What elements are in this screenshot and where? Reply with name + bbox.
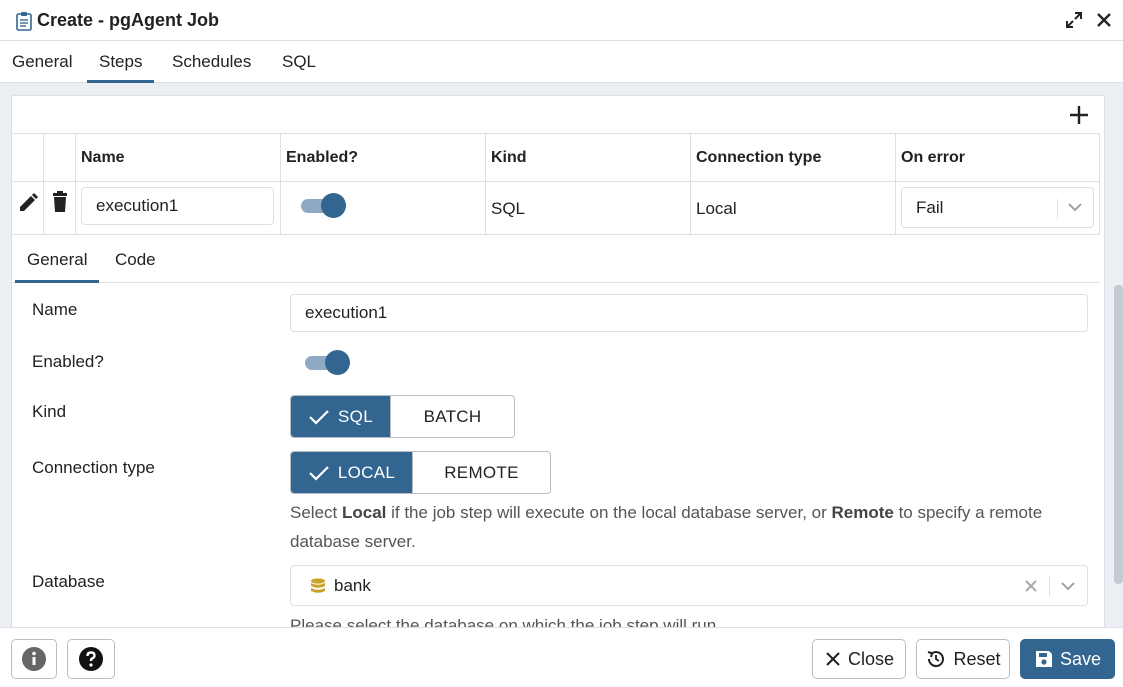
edit-pencil-icon[interactable]: [17, 192, 39, 214]
close-button[interactable]: Close: [812, 639, 906, 679]
close-icon: [826, 652, 840, 666]
step-name-input[interactable]: execution1: [290, 294, 1088, 332]
close-icon[interactable]: [1093, 9, 1115, 31]
add-step-button[interactable]: [1066, 102, 1092, 128]
kind-sql-button[interactable]: SQL: [291, 396, 390, 437]
kind-button-group: SQL BATCH: [290, 395, 515, 438]
on-error-selected-value: Fail: [916, 197, 944, 217]
field-label-name: Name: [32, 300, 78, 319]
field-label-kind: Kind: [32, 402, 67, 421]
col-header-name: Name: [76, 134, 281, 182]
maximize-icon[interactable]: [1063, 9, 1085, 31]
field-label-database: Database: [32, 572, 105, 591]
subtab-code[interactable]: Code: [103, 235, 168, 283]
database-icon: [311, 577, 325, 593]
table-row: execution1 SQL Local Fail: [12, 182, 1100, 235]
save-button[interactable]: Save: [1020, 639, 1115, 679]
col-header-enabled: Enabled?: [281, 134, 486, 182]
on-error-select[interactable]: Fail: [901, 187, 1094, 228]
field-label-connection-type: Connection type: [32, 458, 155, 477]
step-editor: General Code Name execution1 Enabled? Ki…: [12, 235, 1100, 627]
check-icon: [309, 409, 329, 425]
dialog-title: Create - pgAgent Job: [37, 10, 220, 30]
database-help: Please select the database on which the …: [290, 616, 721, 627]
database-select[interactable]: bank: [290, 565, 1088, 606]
reset-icon: [928, 651, 945, 668]
question-icon: [79, 647, 103, 671]
trash-icon[interactable]: [50, 191, 70, 213]
col-header-on-error: On error: [896, 134, 1100, 182]
grid-kind-value: SQL: [486, 182, 691, 235]
col-header-connection-type: Connection type: [691, 134, 896, 182]
step-enabled-toggle[interactable]: [303, 349, 351, 375]
field-label-enabled: Enabled?: [32, 352, 104, 371]
scrollbar[interactable]: [1114, 285, 1123, 584]
database-selected-value: bank: [334, 575, 371, 595]
dialog-footer: Close Reset Save: [0, 627, 1123, 687]
connection-type-help: Select Local if the job step will execut…: [290, 503, 1043, 551]
dialog-titlebar: Create - pgAgent Job: [0, 0, 1123, 41]
tab-schedules[interactable]: Schedules: [160, 41, 263, 83]
connection-local-button[interactable]: LOCAL: [291, 452, 412, 493]
clear-icon[interactable]: [1023, 578, 1039, 594]
grid-step-name-input[interactable]: execution1: [81, 187, 274, 225]
steps-grid: Name Enabled? Kind Connection type On er…: [12, 133, 1100, 627]
steps-panel: Name Enabled? Kind Connection type On er…: [11, 95, 1105, 627]
grid-enabled-toggle[interactable]: [299, 192, 347, 218]
save-icon: [1035, 651, 1052, 667]
dialog-tabs: General Steps Schedules SQL: [0, 41, 1123, 83]
help-button[interactable]: [67, 639, 115, 679]
subtab-general[interactable]: General: [15, 235, 100, 283]
info-icon: [22, 647, 46, 671]
info-button[interactable]: [11, 639, 57, 679]
connection-type-button-group: LOCAL REMOTE: [290, 451, 551, 494]
col-header-kind: Kind: [486, 134, 691, 182]
step-editor-tabs: General Code: [12, 235, 1100, 283]
check-icon: [309, 465, 329, 481]
grid-connection-type-value: Local: [691, 182, 896, 235]
tab-steps[interactable]: Steps: [87, 41, 155, 83]
kind-batch-button[interactable]: BATCH: [390, 396, 514, 437]
dialog-content: Name Enabled? Kind Connection type On er…: [0, 83, 1123, 627]
chevron-down-icon: [1061, 582, 1075, 591]
connection-remote-button[interactable]: REMOTE: [412, 452, 550, 493]
tab-sql[interactable]: SQL: [270, 41, 328, 83]
grid-header-row: Name Enabled? Kind Connection type On er…: [12, 134, 1100, 182]
reset-button[interactable]: Reset: [916, 639, 1010, 679]
clipboard-icon: [16, 12, 32, 31]
tab-general[interactable]: General: [0, 41, 84, 83]
chevron-down-icon: [1068, 203, 1082, 212]
